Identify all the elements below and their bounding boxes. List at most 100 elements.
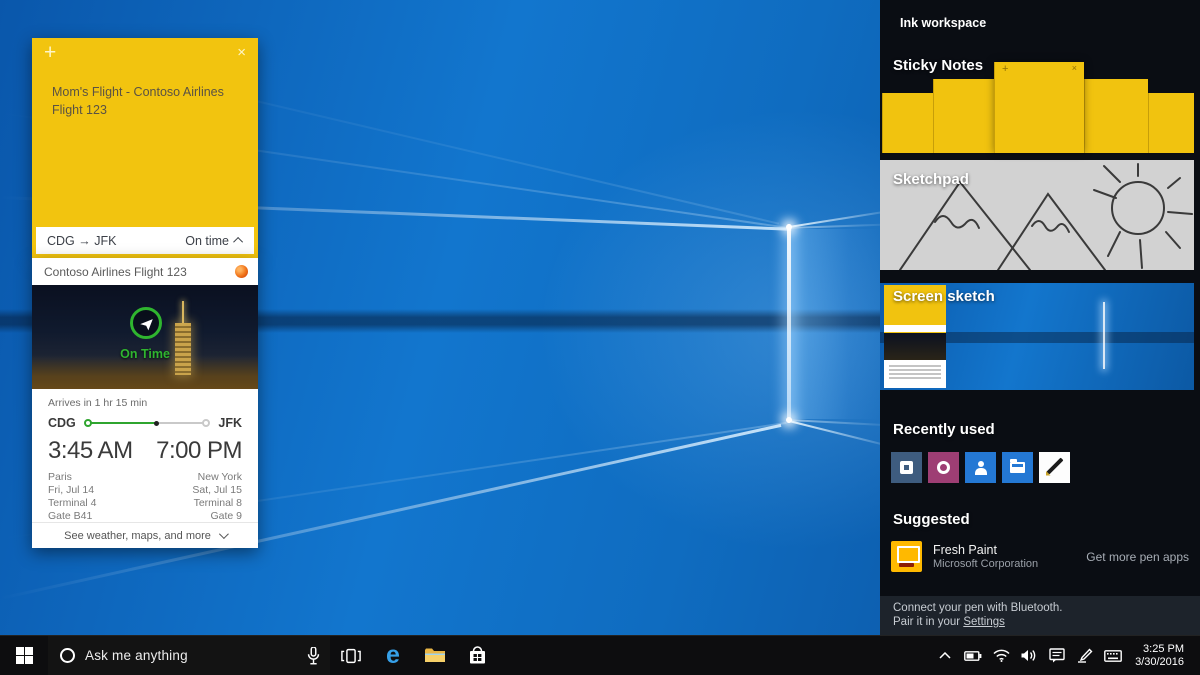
pairing-line1: Connect your pen with Bluetooth.: [893, 602, 1063, 614]
suggested-label: Suggested: [893, 511, 970, 528]
speaker-icon: [1021, 650, 1036, 661]
edge-browser-button[interactable]: e: [372, 636, 414, 675]
pen-settings-button[interactable]: [1073, 636, 1097, 675]
wifi-status-button[interactable]: [989, 636, 1013, 675]
destination-date: Sat, Jul 15: [192, 484, 242, 496]
notification-icon: [1049, 648, 1065, 663]
show-hidden-icons-button[interactable]: [933, 636, 957, 675]
flight-card-header: Contoso Airlines Flight 123: [32, 258, 258, 285]
action-center-button[interactable]: [1045, 636, 1069, 675]
cortana-search-box[interactable]: Ask me anything: [48, 636, 330, 675]
recent-app-tile-1[interactable]: [891, 452, 922, 483]
sticky-note-titlebar: + ×: [32, 38, 258, 66]
battery-status-button[interactable]: [961, 636, 985, 675]
mini-note: [1148, 93, 1194, 153]
suggested-app-publisher: Microsoft Corporation: [933, 558, 1039, 570]
store-button[interactable]: [456, 636, 498, 675]
recent-app-tile-4[interactable]: [1002, 452, 1033, 483]
screen-sketch-label: Screen sketch: [893, 288, 995, 305]
origin-city: Paris: [48, 471, 72, 483]
sticky-note-text[interactable]: Mom's Flight - Contoso Airlines Flight 1…: [32, 66, 258, 119]
windows-desktop: + × Mom's Flight - Contoso Airlines Flig…: [0, 0, 1200, 675]
ink-workspace-panel: Ink workspace Sticky Notes + × Sketchpad…: [880, 0, 1200, 635]
person-icon: [974, 460, 988, 475]
pairing-line2: Pair it in your Settings: [893, 616, 1005, 628]
see-more-button[interactable]: See weather, maps, and more: [32, 522, 258, 548]
sticky-note[interactable]: + × Mom's Flight - Contoso Airlines Flig…: [32, 38, 258, 258]
recently-used-tiles: [891, 452, 1070, 483]
chevron-down-icon: [218, 529, 229, 540]
mini-window-glow: [1102, 302, 1105, 369]
microphone-icon[interactable]: [307, 646, 320, 665]
insight-route: CDG → JFK: [47, 233, 117, 248]
flight-card[interactable]: Contoso Airlines Flight 123 On Time Arri…: [32, 258, 258, 548]
destination-city: New York: [197, 471, 242, 483]
ontime-overlay: On Time: [120, 347, 170, 361]
insight-status: On time: [185, 233, 229, 248]
keyboard-icon: [1104, 649, 1122, 662]
chevron-up-icon[interactable]: [233, 236, 244, 247]
mini-note: [933, 79, 994, 153]
pen-icon: [1078, 648, 1093, 663]
store-bag-icon: [469, 646, 485, 664]
destination-code: JFK: [218, 416, 242, 430]
taskbar-clock[interactable]: 3:25 PM 3/30/2016: [1129, 643, 1194, 669]
add-note-icon[interactable]: +: [44, 41, 56, 65]
flight-title: Contoso Airlines Flight 123: [44, 264, 187, 279]
volume-button[interactable]: [1017, 636, 1041, 675]
plane-status-icon: [130, 307, 162, 339]
app-icon: [900, 461, 913, 474]
cortana-icon: [60, 648, 75, 663]
recent-app-tile-3[interactable]: [965, 452, 996, 483]
panel-title: Ink workspace: [900, 16, 987, 30]
close-note-icon[interactable]: ×: [237, 44, 246, 61]
folder-icon: [1010, 459, 1025, 473]
mini-note: [882, 93, 933, 153]
windows-logo-icon: [15, 647, 33, 664]
suggested-app-name: Fresh Paint: [933, 543, 997, 557]
recent-app-tile-5[interactable]: [1039, 452, 1070, 483]
sketchpad-label: Sketchpad: [893, 171, 969, 188]
arrival-time: 7:00 PM: [156, 437, 242, 464]
file-explorer-button[interactable]: [414, 636, 456, 675]
destination-photo: On Time: [32, 285, 258, 389]
origin-code: CDG: [48, 416, 76, 430]
search-input[interactable]: Ask me anything: [85, 648, 297, 663]
suggested-app-row[interactable]: Fresh Paint Microsoft Corporation Get mo…: [891, 541, 1189, 572]
mini-add-icon: +: [1002, 63, 1009, 75]
sticky-notes-label: Sticky Notes: [893, 57, 984, 74]
origin-dot: [83, 419, 92, 427]
pen-pairing-footer: Connect your pen with Bluetooth. Pair it…: [880, 596, 1200, 635]
sticky-notes-thumbnail[interactable]: + ×: [880, 62, 1194, 153]
chevron-up-icon: [939, 652, 951, 659]
destination-dot: [202, 419, 211, 427]
flight-insight-bar[interactable]: CDG → JFK On time: [36, 227, 254, 254]
mini-note: [1084, 79, 1148, 153]
plane-position-dot: [153, 421, 159, 426]
get-more-pen-apps-link[interactable]: Get more pen apps: [1086, 550, 1189, 564]
clock-time: 3:25 PM: [1143, 642, 1184, 655]
settings-link[interactable]: Settings: [963, 616, 1005, 628]
start-button[interactable]: [0, 636, 48, 675]
mini-close-icon: ×: [1071, 63, 1077, 73]
edge-icon: e: [386, 641, 400, 669]
progress-track: [83, 418, 211, 428]
window-pane-glow: [791, 229, 880, 419]
recent-app-tile-2[interactable]: [928, 452, 959, 483]
task-view-button[interactable]: [330, 636, 372, 675]
mini-note-active: + ×: [994, 62, 1084, 153]
clock-date: 3/30/2016: [1135, 655, 1184, 668]
window-corner-glow: [786, 417, 792, 423]
taskbar-empty-area: [498, 636, 933, 675]
system-tray: 3:25 PM 3/30/2016: [933, 636, 1200, 675]
see-more-label: See weather, maps, and more: [64, 529, 211, 542]
plane-icon: [139, 318, 153, 330]
airline-logo-icon: [235, 265, 248, 278]
task-view-icon: [341, 648, 361, 663]
pen-icon: [1045, 458, 1065, 478]
flight-details: Arrives in 1 hr 15 min CDG JFK 3:45 AM 7…: [32, 389, 258, 523]
flight-progress: CDG JFK: [48, 416, 242, 430]
touch-keyboard-button[interactable]: [1101, 636, 1125, 675]
window-corner-glow: [786, 224, 792, 230]
arrival-countdown: Arrives in 1 hr 15 min: [48, 397, 148, 409]
